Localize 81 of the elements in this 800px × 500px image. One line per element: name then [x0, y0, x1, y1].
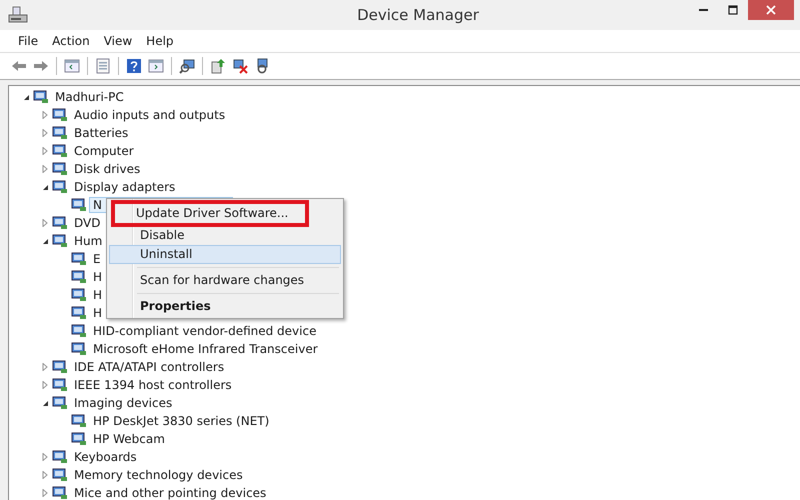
help-icon[interactable]: [126, 58, 142, 74]
expand-arrow-icon[interactable]: [42, 453, 48, 461]
tree-item[interactable]: IDE ATA/ATAPI controllers: [70, 359, 228, 375]
device-icon: [52, 126, 68, 140]
device-icon: [52, 378, 68, 392]
window-title: Device Manager: [356, 6, 480, 24]
panel-icon[interactable]: [64, 58, 80, 74]
back-arrow-icon[interactable]: [11, 58, 27, 74]
device-icon: [71, 270, 87, 284]
tree-item[interactable]: H: [89, 305, 106, 321]
tree-item[interactable]: Hum: [70, 233, 106, 249]
device-icon: [52, 180, 68, 194]
tree-item[interactable]: Disk drives: [70, 161, 144, 177]
menu-item[interactable]: Help: [146, 33, 174, 49]
menu-item[interactable]: File: [18, 33, 38, 49]
device-icon: [33, 90, 49, 104]
device-icon: [71, 288, 87, 302]
menu-item[interactable]: View: [104, 33, 132, 49]
tree-item[interactable]: H: [89, 287, 106, 303]
expand-arrow-icon[interactable]: [42, 111, 48, 119]
menu-item[interactable]: Properties: [109, 297, 341, 316]
tree-item[interactable]: DVD: [70, 215, 104, 231]
expand-arrow-icon[interactable]: [42, 147, 48, 155]
device-icon: [71, 198, 87, 212]
tree-item[interactable]: Keyboards: [70, 449, 141, 465]
minimize-icon: [698, 9, 708, 11]
forward-arrow-icon[interactable]: [33, 58, 49, 74]
device-icon: [52, 234, 68, 248]
tree-item[interactable]: Microsoft eHome Infrared Transceiver: [89, 341, 322, 357]
menu-item[interactable]: Action: [52, 33, 90, 49]
device-icon: [52, 216, 68, 230]
tree-item[interactable]: HID-compliant vendor-defined device: [89, 323, 320, 339]
tree-item[interactable]: Display adapters: [70, 179, 180, 195]
expand-arrow-icon[interactable]: [42, 363, 48, 371]
device-icon: [52, 144, 68, 158]
tree-item[interactable]: Batteries: [70, 125, 132, 141]
close-button[interactable]: [748, 0, 794, 20]
device-icon: [52, 468, 68, 482]
tree-item[interactable]: Mice and other pointing devices: [70, 485, 270, 500]
collapse-arrow-icon[interactable]: [42, 238, 48, 244]
device-icon: [52, 486, 68, 500]
device-icon: [52, 108, 68, 122]
device-icon: [71, 432, 87, 446]
tree-item[interactable]: Computer: [70, 143, 138, 159]
tree-item[interactable]: Imaging devices: [70, 395, 176, 411]
scan-icon[interactable]: [179, 58, 195, 74]
device-icon: [52, 450, 68, 464]
expand-arrow-icon[interactable]: [42, 219, 48, 227]
device-icon: [71, 306, 87, 320]
panel-icon[interactable]: [148, 58, 164, 74]
collapse-arrow-icon[interactable]: [42, 400, 48, 406]
collapse-arrow-icon[interactable]: [22, 94, 30, 100]
update-icon[interactable]: [210, 58, 226, 74]
maximize-icon: [728, 5, 738, 15]
expand-arrow-icon[interactable]: [42, 489, 48, 497]
expand-arrow-icon[interactable]: [42, 471, 48, 479]
disable-icon[interactable]: [232, 58, 248, 74]
tree-item[interactable]: Memory technology devices: [70, 467, 247, 483]
properties-icon[interactable]: [95, 58, 111, 74]
device-icon: [71, 342, 87, 356]
device-icon: [52, 360, 68, 374]
menu-item[interactable]: Disable: [109, 226, 341, 245]
tree-item[interactable]: H: [89, 269, 106, 285]
tree-item[interactable]: HP DeskJet 3830 series (NET): [89, 413, 274, 429]
device-icon: [71, 324, 87, 338]
expand-arrow-icon[interactable]: [42, 165, 48, 173]
tree-item[interactable]: Audio inputs and outputs: [70, 107, 230, 123]
expand-arrow-icon[interactable]: [42, 381, 48, 389]
tree-item[interactable]: IEEE 1394 host controllers: [70, 377, 236, 393]
menu-item[interactable]: Uninstall: [109, 245, 341, 264]
expand-arrow-icon[interactable]: [42, 129, 48, 137]
device-icon: [71, 252, 87, 266]
device-icon: [71, 414, 87, 428]
tree-item[interactable]: Madhuri-PC: [51, 89, 128, 105]
device-icon: [52, 396, 68, 410]
close-icon: [765, 4, 777, 16]
menu-item[interactable]: Scan for hardware changes: [109, 271, 341, 290]
tree-item[interactable]: HP Webcam: [89, 431, 169, 447]
collapse-arrow-icon[interactable]: [42, 184, 48, 190]
tree-item[interactable]: E: [89, 251, 105, 267]
device-icon: [52, 162, 68, 176]
